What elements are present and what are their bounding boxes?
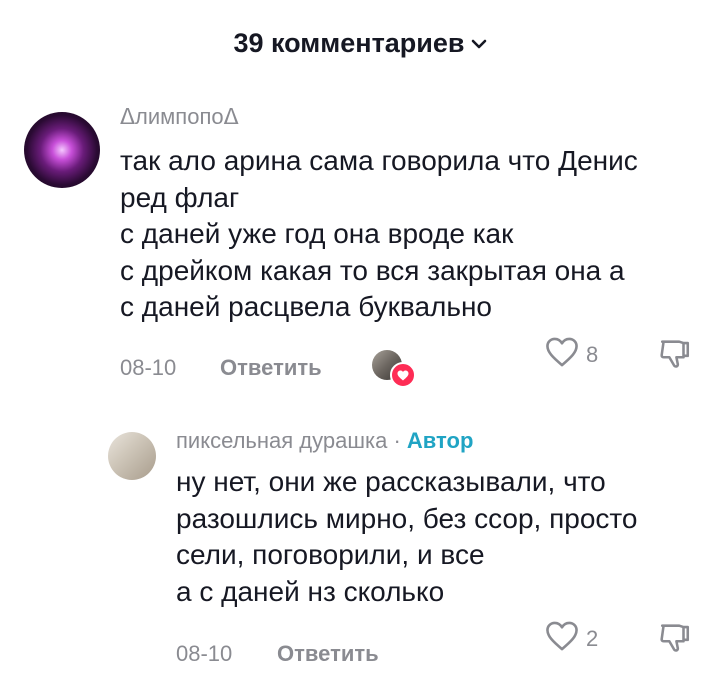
like-count: 2 xyxy=(586,625,599,651)
like-button[interactable]: 8 xyxy=(544,336,598,373)
comment-line: с дрейком какая то вся закрытая она а xyxy=(120,254,625,286)
avatar[interactable] xyxy=(24,112,100,188)
reply-button[interactable]: Ответить xyxy=(277,641,379,667)
avatar[interactable] xyxy=(108,432,156,480)
separator: · xyxy=(393,428,401,453)
like-count: 8 xyxy=(586,341,599,367)
author-badge: Автор xyxy=(406,428,474,453)
comment-line: ред флаг xyxy=(120,181,240,213)
comment-text: ну нет, они же рассказывали, что разошли… xyxy=(176,464,706,610)
comment-username[interactable]: пиксельная дурашка xyxy=(176,428,387,453)
comment-line: с даней уже год она вроде как xyxy=(120,218,514,249)
reply-button[interactable]: Ответить xyxy=(220,355,322,381)
comment-line: с даней расцвела буквально xyxy=(120,291,492,322)
dislike-icon[interactable] xyxy=(658,336,692,375)
comment-line: разошлись мирно, без ссор, просто xyxy=(176,502,638,534)
dislike-icon[interactable] xyxy=(658,620,692,659)
comment-date: 08-10 xyxy=(120,355,177,380)
heart-outline-icon[interactable] xyxy=(544,336,580,373)
comment-line: а с даней нз сколько xyxy=(176,575,445,607)
comment-username[interactable]: ᐃлимпопоᐃ xyxy=(120,104,239,130)
comment-line: ну нет, они же рассказывали, что xyxy=(176,466,606,497)
comment-text: так ало арина сама говорила что Денис ре… xyxy=(120,143,710,326)
heart-outline-icon[interactable] xyxy=(544,620,580,657)
like-button[interactable]: 2 xyxy=(544,620,598,657)
comments-count-title: 39 комментариев xyxy=(233,28,465,58)
reply-username-row: пиксельная дурашка · Автор xyxy=(176,428,473,454)
comments-header[interactable]: 39 комментариев xyxy=(0,28,720,59)
creator-liked-icon xyxy=(372,348,416,388)
comment-line: сели, поговорили, и все xyxy=(176,539,485,570)
heart-filled-icon xyxy=(390,362,416,388)
comment-date: 08-10 xyxy=(176,641,233,666)
chevron-down-icon[interactable] xyxy=(471,38,487,50)
comment-line: так ало арина сама говорила что Денис xyxy=(120,145,638,176)
